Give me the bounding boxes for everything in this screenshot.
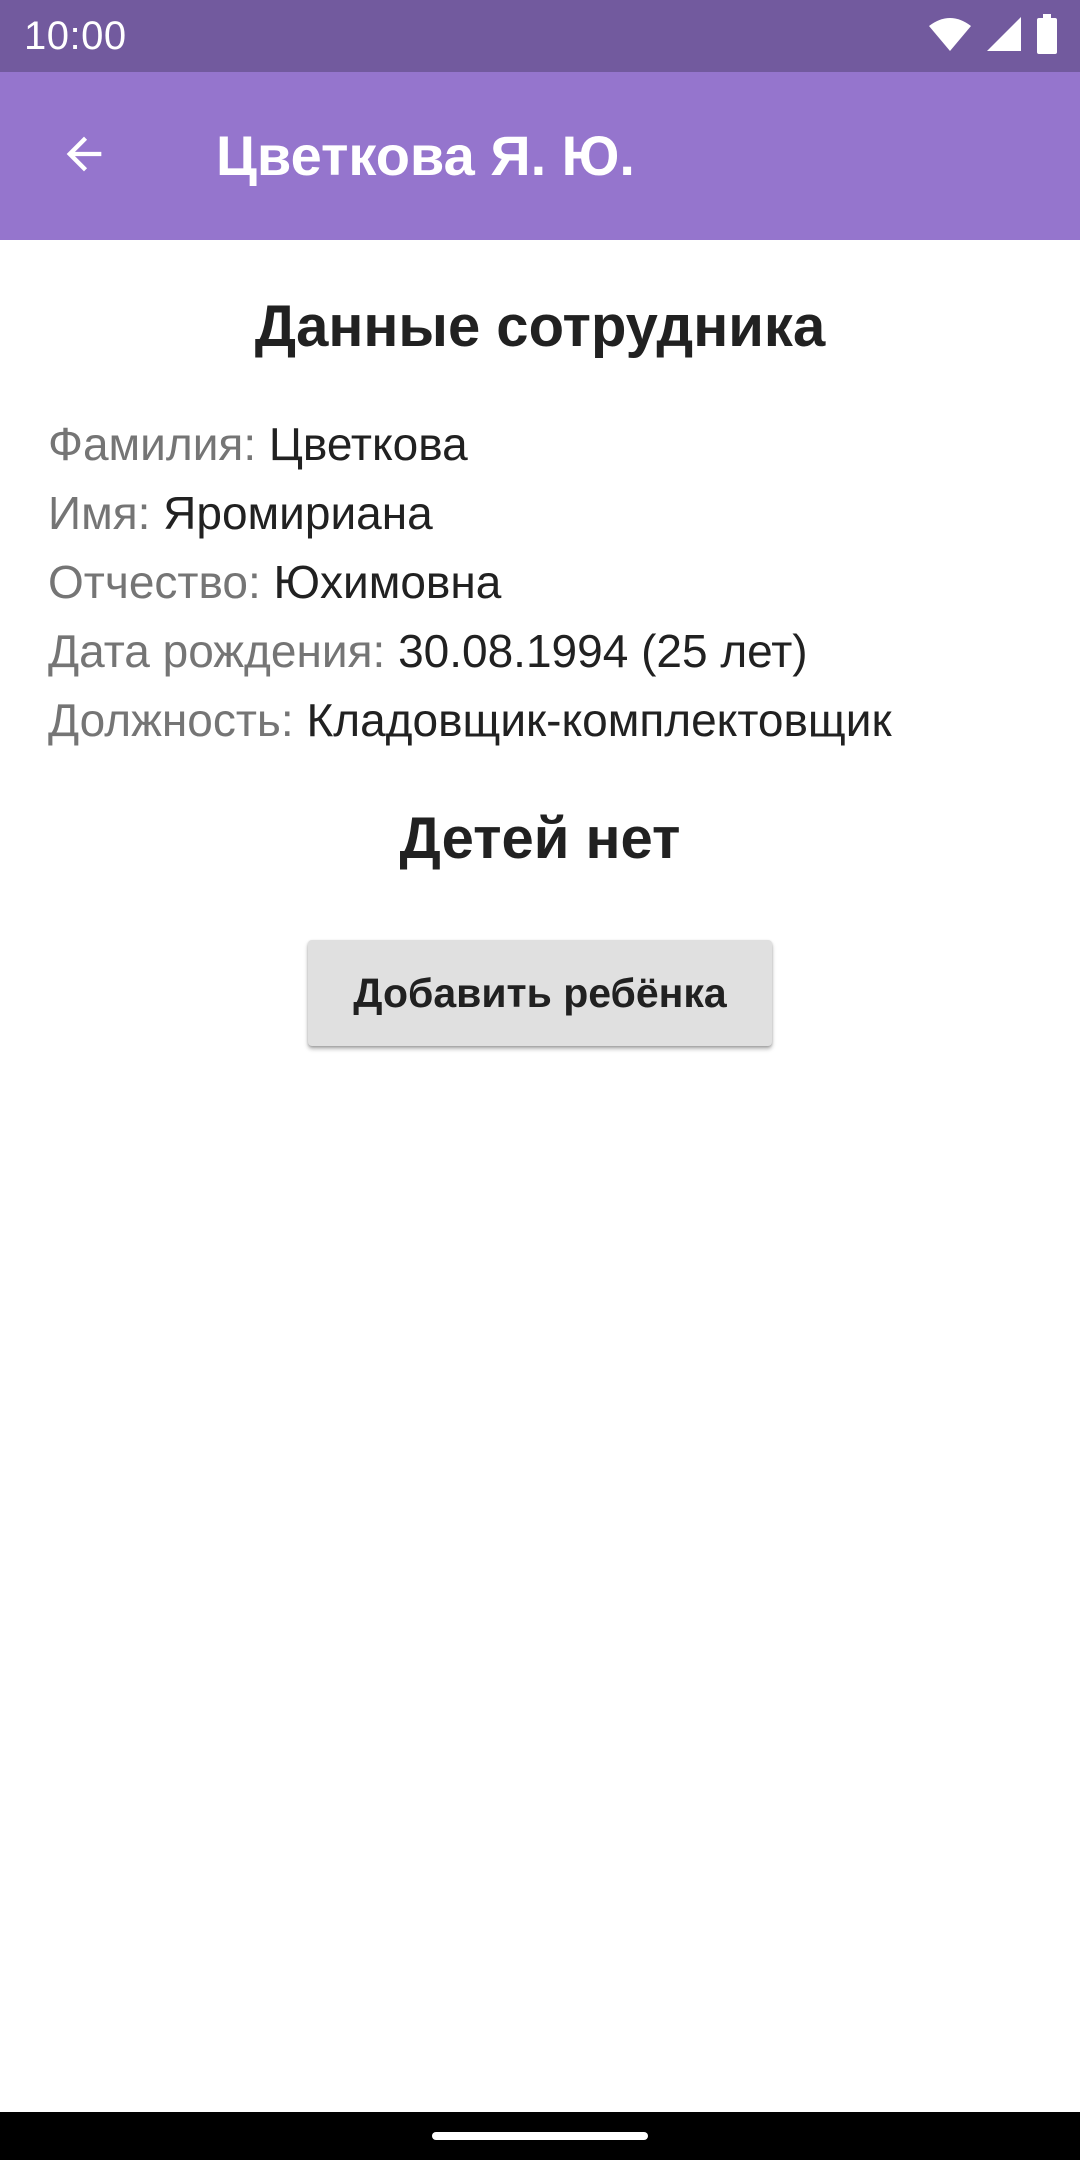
battery-icon xyxy=(1036,13,1058,59)
info-value: Цветкова xyxy=(268,418,468,470)
arrow-back-icon xyxy=(58,128,110,185)
info-value: 30.08.1994 (25 лет) xyxy=(398,625,808,677)
app-bar: Цветкова Я. Ю. xyxy=(0,72,1080,240)
back-button[interactable] xyxy=(36,108,132,204)
info-value: Яромириана xyxy=(163,487,433,539)
info-row-birthdate: Дата рождения: 30.08.1994 (25 лет) xyxy=(48,617,1048,686)
info-label: Имя: xyxy=(48,487,151,539)
info-row-patronymic: Отчество: Юхимовна xyxy=(48,548,1048,617)
info-label: Фамилия: xyxy=(48,418,257,470)
page-title: Цветкова Я. Ю. xyxy=(216,124,635,187)
add-child-button[interactable]: Добавить ребёнка xyxy=(308,940,772,1046)
cell-signal-icon xyxy=(986,16,1022,57)
home-indicator[interactable] xyxy=(432,2132,648,2140)
status-time: 10:00 xyxy=(24,14,127,58)
navigation-bar xyxy=(0,2112,1080,2160)
wifi-icon xyxy=(928,16,972,57)
employee-info-list: Фамилия: Цветкова Имя: Яромириана Отчест… xyxy=(48,410,1048,755)
info-value: Юхимовна xyxy=(273,556,502,608)
children-heading: Детей нет xyxy=(399,806,681,871)
info-label: Должность: xyxy=(48,694,294,746)
info-row-position: Должность: Кладовщик-комплектовщик xyxy=(48,686,1048,755)
info-label: Отчество: xyxy=(48,556,261,608)
status-bar: 10:00 xyxy=(0,0,1080,72)
employee-data-heading: Данные сотрудника xyxy=(254,294,826,359)
info-value: Кладовщик-комплектовщик xyxy=(306,694,892,746)
info-label: Дата рождения: xyxy=(48,625,386,677)
status-icons xyxy=(928,13,1058,59)
info-row-surname: Фамилия: Цветкова xyxy=(48,410,1048,479)
info-row-name: Имя: Яромириана xyxy=(48,479,1048,548)
